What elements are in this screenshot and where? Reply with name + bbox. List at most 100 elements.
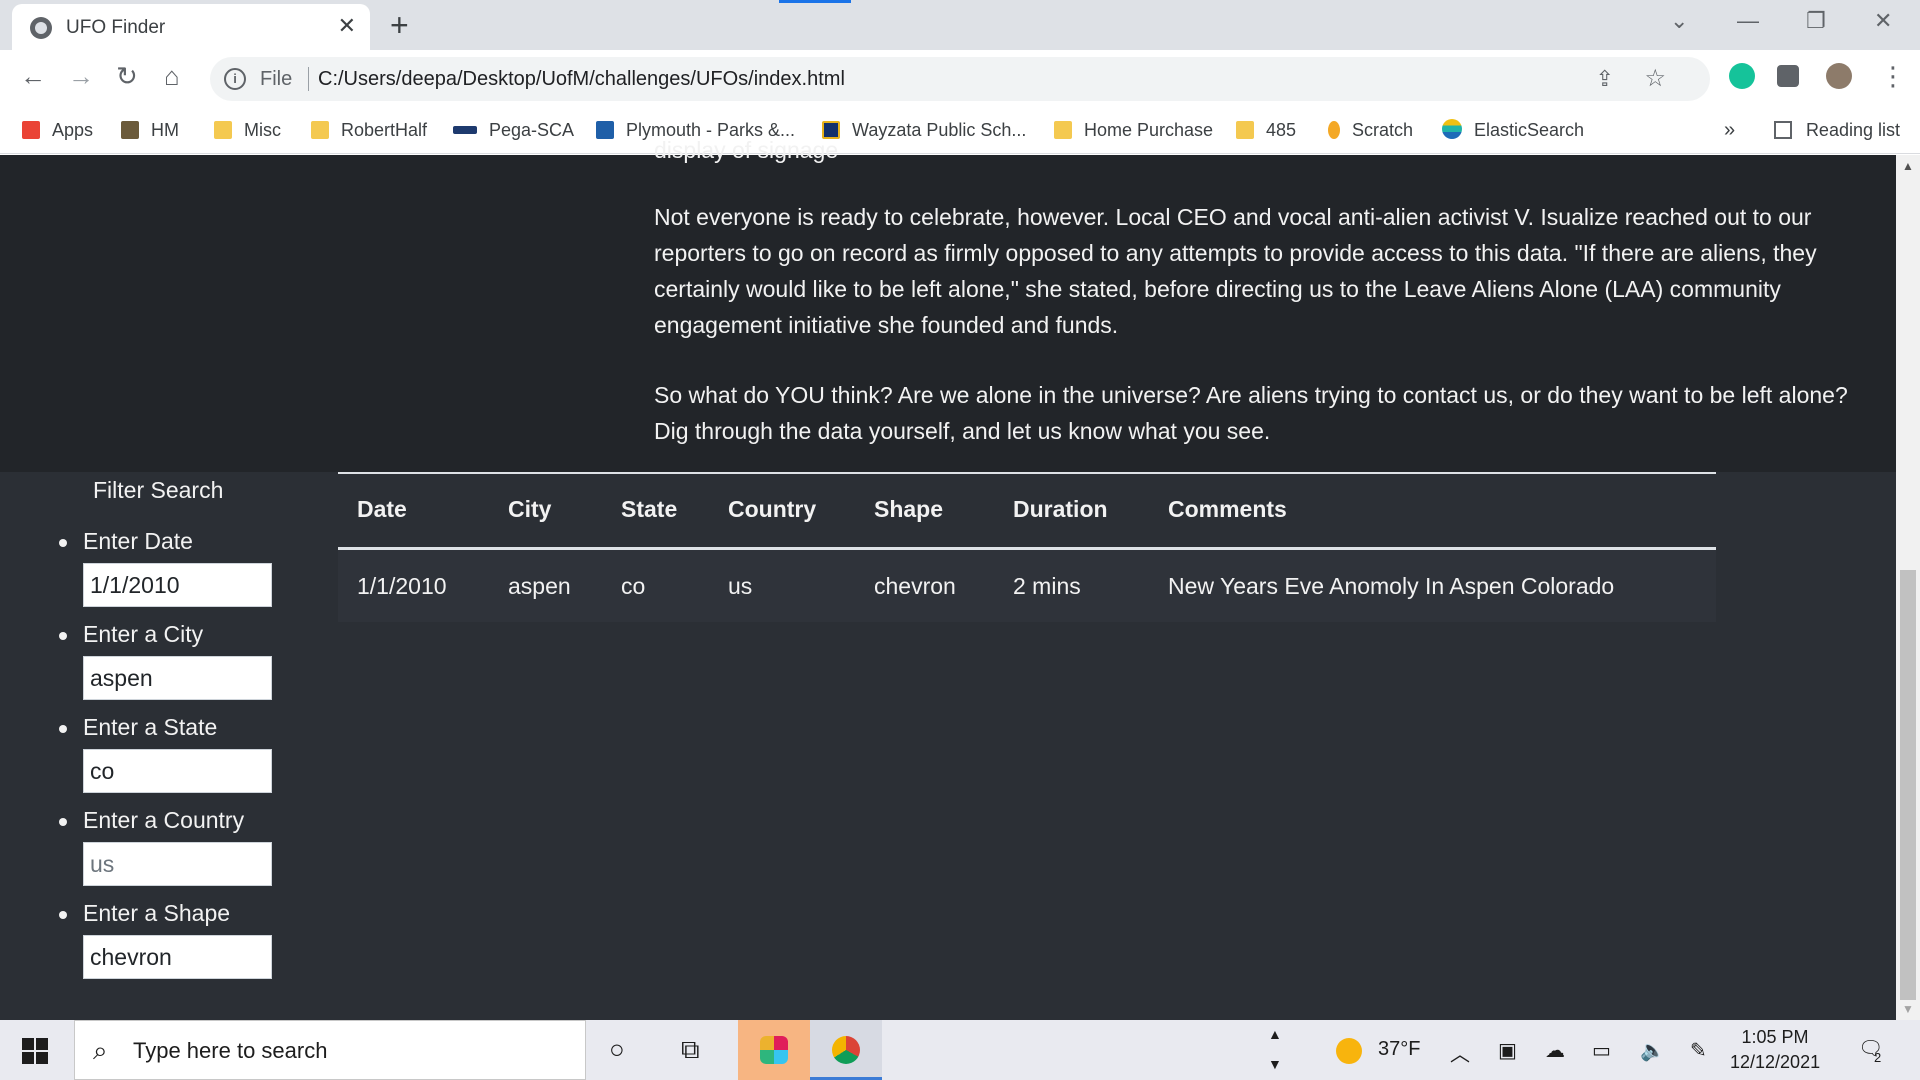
bookmark-label: Apps	[52, 120, 94, 140]
forward-arrow-icon[interactable]: →	[68, 61, 94, 92]
extensions-puzzle-icon[interactable]	[1777, 65, 1799, 87]
meet-now-icon[interactable]: ▣	[1498, 1038, 1517, 1063]
bookmark-roberthalf[interactable]: RobertHalf	[311, 116, 427, 144]
bookmark-pega-sca[interactable]: Pega-SCA	[453, 116, 574, 144]
taskbar-search-box[interactable]: ⌕ Type here to search	[74, 1020, 586, 1080]
menu-kebab-icon[interactable]: ⋮	[1880, 61, 1906, 92]
tab-title: UFO Finder	[66, 17, 166, 38]
bookmark-label: ElasticSearch	[1474, 120, 1585, 140]
tray-scroll-down-icon[interactable]: ▼	[1268, 1056, 1282, 1072]
scroll-down-icon[interactable]: ▼	[1902, 1002, 1914, 1016]
address-bar[interactable]: i File C:/Users/deepa/Desktop/UofM/chall…	[210, 57, 1710, 101]
cell-shape: chevron	[874, 573, 956, 599]
grammarly-icon[interactable]	[1729, 63, 1755, 89]
cell-state: co	[621, 573, 646, 599]
browser-tab[interactable]: UFO Finder ✕	[12, 4, 370, 50]
browser-tab-strip: UFO Finder ✕ + ⌄ — ❐ ✕	[0, 0, 1920, 50]
filter-label: Enter Date	[83, 528, 193, 554]
table-row: 1/1/2010 aspen co us chevron 2 mins New …	[338, 550, 1716, 622]
state-input[interactable]: co	[83, 749, 272, 793]
bookmark-label: 485	[1266, 120, 1297, 140]
search-placeholder: Type here to search	[133, 1038, 328, 1063]
bookmark-elasticsearch[interactable]: ElasticSearch	[1442, 116, 1584, 144]
cell-city: aspen	[508, 573, 571, 599]
tab-drag-indicator	[779, 0, 851, 3]
filter-item-city: Enter a City aspen	[56, 621, 296, 714]
windows-start-icon[interactable]	[22, 1038, 48, 1064]
url-text[interactable]: C:/Users/deepa/Desktop/UofM/challenges/U…	[318, 68, 845, 91]
bookmark-label: Misc	[244, 120, 281, 140]
bookmark-scratch[interactable]: Scratch	[1328, 116, 1413, 144]
info-icon[interactable]: i	[224, 68, 246, 90]
new-tab-button[interactable]: +	[390, 7, 409, 44]
article-paragraph: Not everyone is ready to celebrate, howe…	[654, 204, 1817, 338]
scrollbar-thumb[interactable]	[1900, 570, 1916, 1000]
filter-search-title: Filter Search	[93, 477, 224, 503]
show-hidden-icons-icon[interactable]: ︿	[1450, 1038, 1470, 1067]
folder-icon	[1236, 121, 1254, 139]
cortana-icon[interactable]: ○	[609, 1034, 625, 1065]
bookmark-hm[interactable]: HM	[121, 116, 179, 144]
network-icon[interactable]: ▭	[1592, 1038, 1611, 1063]
home-icon[interactable]: ⌂	[164, 61, 180, 92]
back-arrow-icon[interactable]: ←	[20, 61, 46, 92]
filter-label: Enter a Country	[83, 807, 245, 833]
volume-icon[interactable]: 🔈	[1640, 1038, 1665, 1063]
filter-item-state: Enter a State co	[56, 714, 296, 807]
bookmarks-overflow-button[interactable]: »	[1724, 116, 1735, 144]
date-input[interactable]: 1/1/2010	[83, 563, 272, 607]
page-content: display of signage Not everyone is ready…	[0, 137, 1896, 1020]
bookmark-485[interactable]: 485	[1236, 116, 1296, 144]
slack-app-button[interactable]	[738, 1020, 810, 1080]
article-section: display of signage Not everyone is ready…	[0, 137, 1896, 472]
notification-count: 2	[1874, 1050, 1882, 1065]
bookmark-apps[interactable]: Apps	[22, 116, 93, 144]
scroll-up-icon[interactable]: ▲	[1902, 159, 1914, 173]
column-header-comments: Comments	[1168, 496, 1287, 522]
restore-icon[interactable]: ❐	[1806, 8, 1826, 34]
filter-list: Enter Date 1/1/2010 Enter a City aspen E…	[56, 528, 296, 993]
bookmark-home-purchase[interactable]: Home Purchase	[1054, 116, 1213, 144]
chrome-icon	[832, 1036, 860, 1064]
profile-avatar[interactable]	[1826, 63, 1852, 89]
chrome-app-button[interactable]	[810, 1020, 882, 1080]
folder-icon	[1054, 121, 1072, 139]
country-input[interactable]: us	[83, 842, 272, 886]
scratch-icon	[1328, 121, 1340, 139]
task-view-icon[interactable]: ⧉	[681, 1034, 700, 1066]
folder-icon	[311, 121, 329, 139]
search-icon: ⌕	[93, 1035, 108, 1065]
tab-close-button[interactable]: ✕	[338, 13, 356, 39]
tray-scroll-up-icon[interactable]: ▲	[1268, 1026, 1282, 1042]
bookmark-star-icon[interactable]: ☆	[1644, 64, 1666, 93]
pen-icon[interactable]: ✎	[1690, 1038, 1707, 1063]
reload-icon[interactable]: ↻	[116, 61, 138, 92]
column-header-country: Country	[728, 496, 817, 522]
column-header-shape: Shape	[874, 496, 944, 522]
windows-taskbar: ⌕ Type here to search ○ ⧉ ▲ ▼ 37°F ︿ ▣ ☁…	[0, 1020, 1920, 1080]
plymouth-icon	[596, 121, 614, 139]
folder-icon	[214, 121, 232, 139]
column-header-city: City	[508, 496, 552, 522]
filter-item-shape: Enter a Shape chevron	[56, 900, 296, 993]
weather-sun-icon	[1336, 1038, 1362, 1064]
page-scrollbar[interactable]: ▲ ▼	[1896, 155, 1920, 1020]
shape-input[interactable]: chevron	[83, 935, 272, 979]
tab-search-icon[interactable]: ⌄	[1670, 8, 1688, 34]
city-input[interactable]: aspen	[83, 656, 272, 700]
window-close-icon[interactable]: ✕	[1874, 8, 1892, 34]
system-clock[interactable]: 1:05 PM 12/12/2021	[1730, 1025, 1820, 1075]
reading-list-button[interactable]: Reading list	[1773, 116, 1900, 144]
bookmark-wayzata[interactable]: Wayzata Public Sch...	[822, 116, 1026, 144]
bookmark-misc[interactable]: Misc	[214, 116, 281, 144]
filter-label: Enter a City	[83, 621, 204, 647]
weather-temperature[interactable]: 37°F	[1378, 1038, 1420, 1061]
cell-country: us	[728, 573, 753, 599]
share-icon[interactable]: ⇪	[1596, 66, 1614, 92]
minimize-icon[interactable]: —	[1737, 8, 1759, 34]
column-header-duration: Duration	[1013, 496, 1108, 522]
cell-comments: New Years Eve Anomoly In Aspen Colorado	[1168, 573, 1615, 599]
onedrive-cloud-icon[interactable]: ☁	[1545, 1038, 1565, 1063]
bookmark-label: HM	[151, 120, 179, 140]
browser-toolbar: ← → ↻ ⌂ i File C:/Users/deepa/Desktop/Uo…	[0, 50, 1920, 108]
